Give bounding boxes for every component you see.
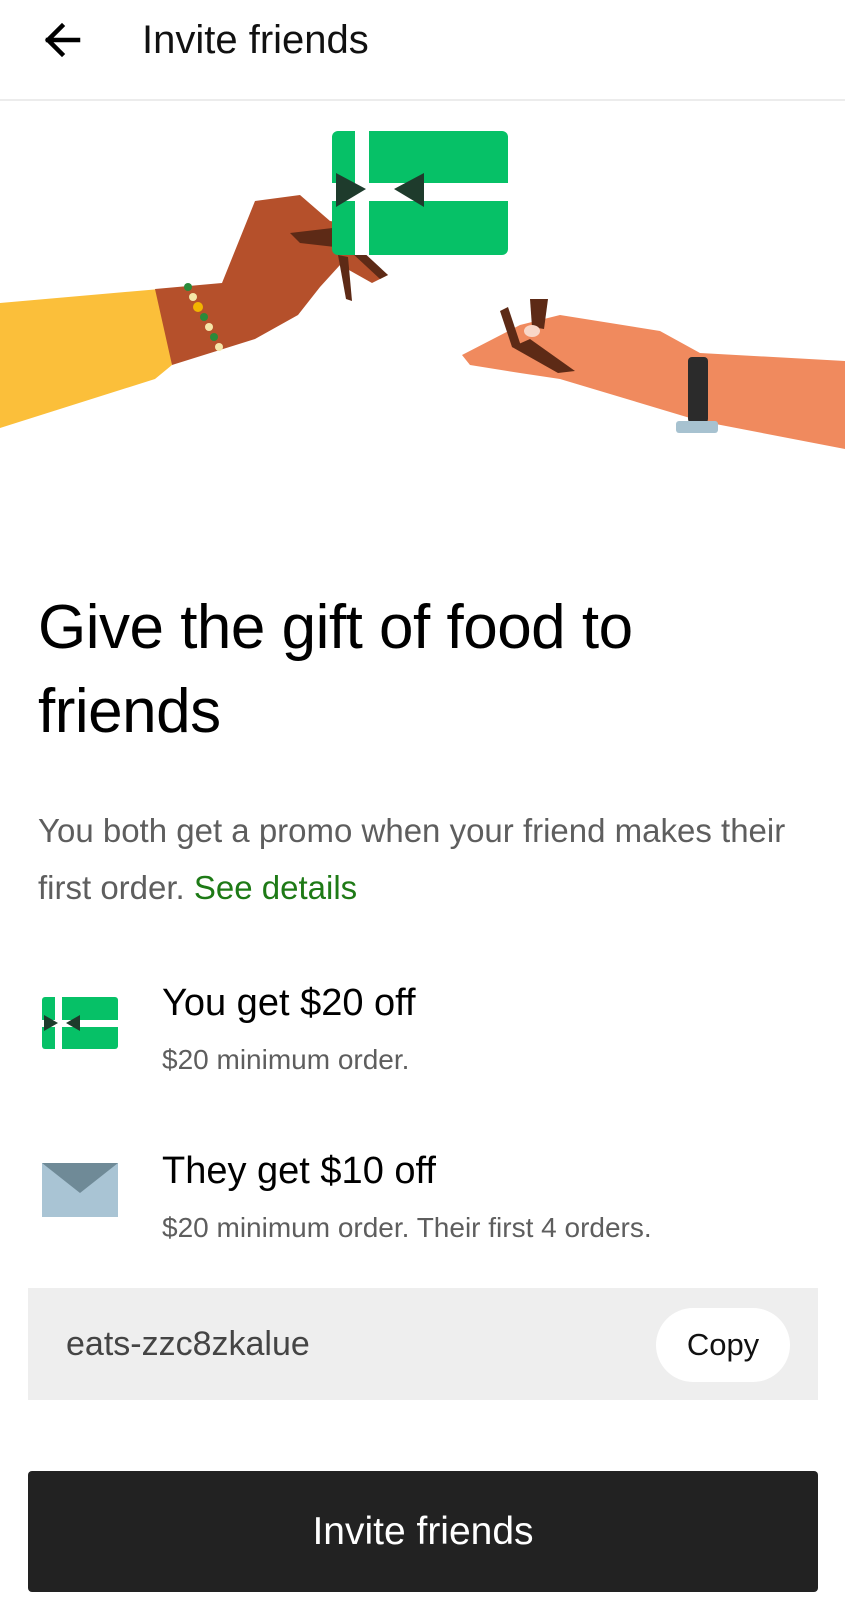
arrow-left-icon xyxy=(44,22,81,58)
reward-you: You get $20 off $20 minimum order. xyxy=(0,980,845,1090)
envelope-icon xyxy=(42,1163,118,1217)
reward-title: They get $10 off xyxy=(162,1150,436,1192)
gift-card-illustration xyxy=(0,131,845,449)
reward-subtitle: $20 minimum order. Their first 4 orders. xyxy=(162,1212,652,1243)
copy-button[interactable]: Copy xyxy=(656,1308,790,1382)
see-details-link[interactable]: See details xyxy=(194,869,357,906)
top-bar: Invite friends xyxy=(0,0,845,101)
promo-description: You both get a promo when your friend ma… xyxy=(38,802,798,916)
reward-them: They get $10 off $20 minimum order. Thei… xyxy=(0,1148,845,1258)
gift-card-icon xyxy=(42,997,118,1049)
gift-card xyxy=(332,131,508,255)
invite-code: eats-zzc8zkalue xyxy=(66,1325,310,1363)
description-text: You both get a promo when your friend ma… xyxy=(38,812,786,906)
back-button[interactable] xyxy=(34,14,98,70)
invite-code-box: eats-zzc8zkalue Copy xyxy=(28,1288,818,1400)
page-title: Invite friends xyxy=(142,18,369,62)
invite-friends-button[interactable]: Invite friends xyxy=(28,1471,818,1592)
headline: Give the gift of food to friends xyxy=(38,593,633,746)
reward-title: You get $20 off xyxy=(162,982,416,1024)
reward-subtitle: $20 minimum order. xyxy=(162,1044,410,1075)
